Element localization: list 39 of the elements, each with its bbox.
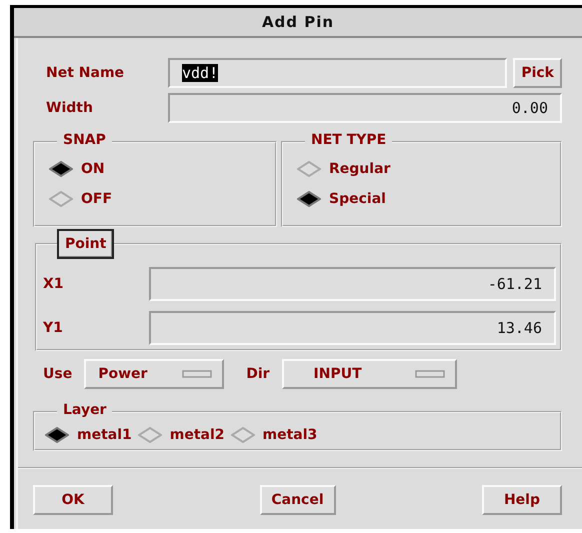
use-option-menu[interactable]: Power (84, 359, 224, 389)
coordinate-field[interactable]: 13.46 (149, 311, 556, 345)
group-title: Layer (57, 402, 112, 418)
radio-label[interactable]: metal2 (170, 427, 225, 443)
radio-button[interactable] (138, 427, 162, 443)
radio-button[interactable] (297, 161, 321, 177)
radio-button[interactable] (45, 427, 69, 443)
radio-label[interactable]: Special (329, 191, 386, 207)
radio-button[interactable] (49, 191, 73, 207)
field-value: 13.46 (496, 319, 542, 337)
window-title: Add Pin (262, 13, 334, 31)
dir-option-menu[interactable]: INPUT (282, 359, 457, 389)
radio-label[interactable]: Regular (329, 161, 390, 177)
field-label: Use (43, 366, 72, 382)
radio-label[interactable]: ON (81, 161, 105, 177)
dialog-button[interactable]: Cancel (260, 485, 336, 515)
option-menu-indicator-icon (182, 370, 212, 378)
dialog-button[interactable]: Help (482, 485, 562, 515)
field-label: Y1 (43, 320, 64, 336)
dialog-button[interactable]: OK (33, 485, 113, 515)
field-label: Net Name (46, 65, 126, 81)
radio-button[interactable] (297, 191, 321, 207)
radio-button[interactable] (230, 427, 255, 443)
coordinate-field[interactable]: -61.21 (149, 267, 556, 301)
field-value: -61.21 (488, 275, 542, 293)
option-menu-indicator-icon (414, 370, 445, 378)
field-value: vdd! (182, 64, 218, 82)
net-name-field[interactable]: vdd! (168, 58, 508, 88)
radio-label[interactable]: OFF (81, 191, 112, 207)
point-button[interactable]: Point (57, 229, 114, 259)
field-value: 0.00 (512, 99, 548, 117)
field-label: Dir (246, 366, 270, 382)
pick-button[interactable]: Pick (513, 58, 562, 88)
field-label: X1 (43, 276, 65, 292)
radio-label[interactable]: metal3 (262, 427, 318, 443)
radio-button[interactable] (49, 161, 73, 177)
width-field[interactable]: 0.00 (168, 93, 562, 123)
radio-label[interactable]: metal1 (77, 427, 132, 443)
field-label: Width (46, 100, 94, 116)
